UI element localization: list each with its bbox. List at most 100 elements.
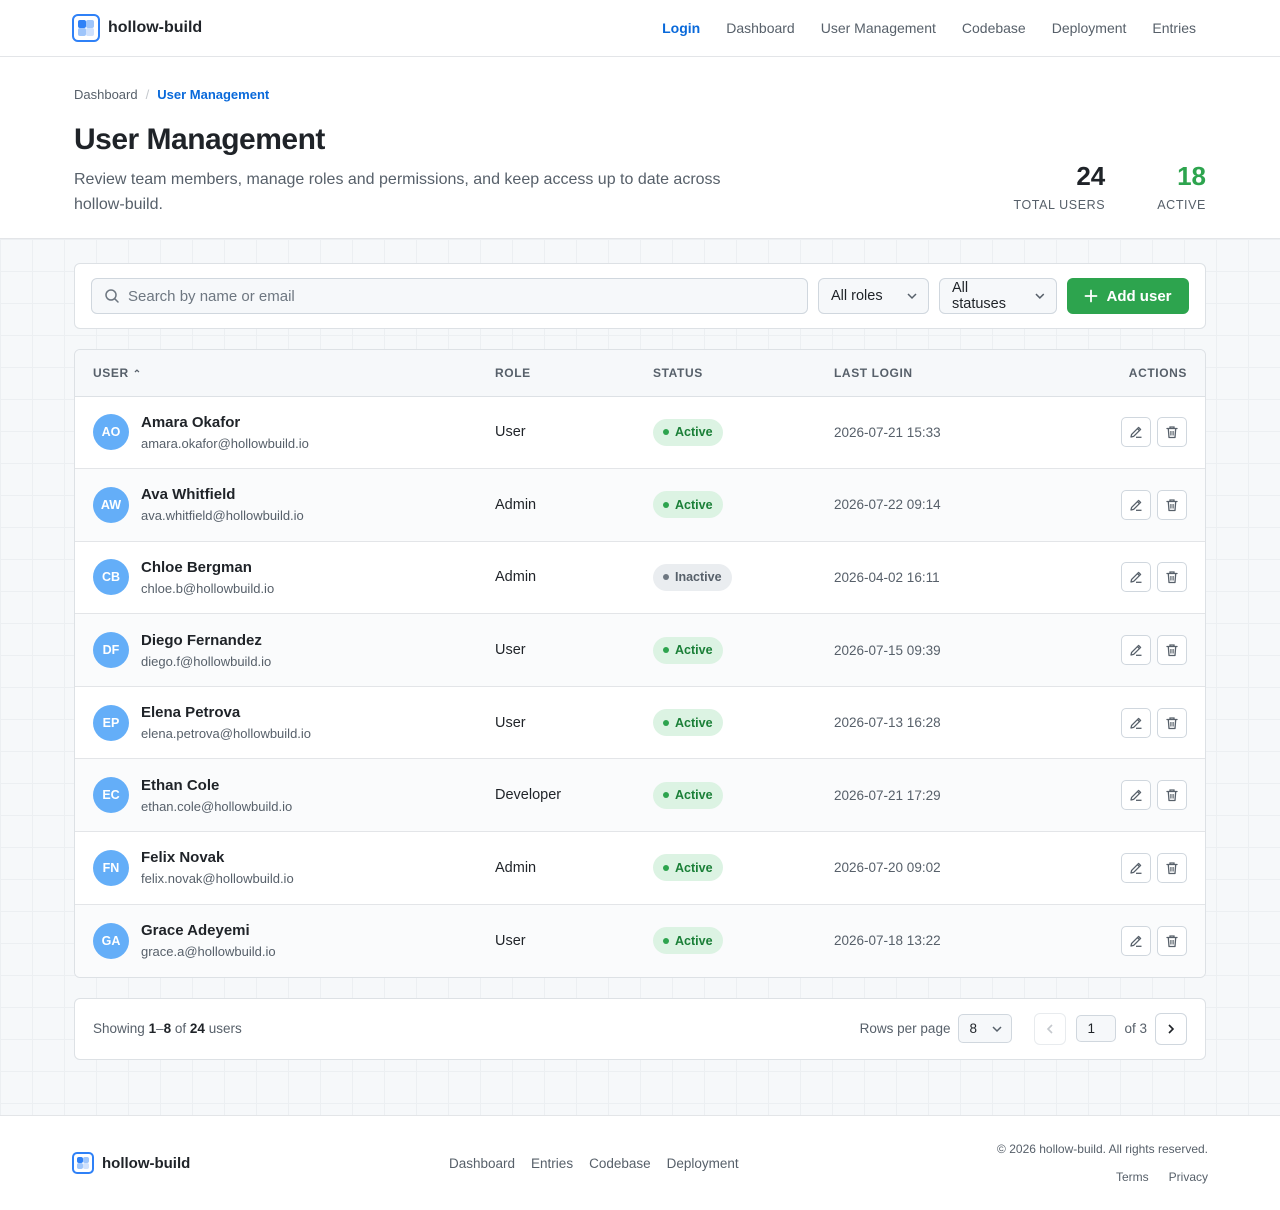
search-box[interactable] [91, 278, 808, 314]
pagination-bar: Showing 1–8 of 24 users Rows per page 8 … [74, 997, 1206, 1060]
status-dot-icon [663, 719, 669, 726]
avatar: CB [93, 559, 129, 596]
stat-total-label: TOTAL USERS [1013, 198, 1106, 212]
breadcrumb-current: User Management [157, 87, 270, 102]
delete-user-button[interactable] [1157, 707, 1187, 738]
previous-page-button[interactable] [1034, 1012, 1067, 1045]
user-role: Admin [495, 496, 537, 513]
avatar: AO [93, 414, 129, 451]
edit-user-button[interactable] [1121, 489, 1151, 520]
top-navbar: hollow-build Login Dashboard User Manage… [0, 0, 1280, 57]
table-row[interactable]: CB Chloe Bergman chloe.b@hollowbuild.io … [75, 541, 1205, 614]
column-header-user[interactable]: USER ⌃ [75, 350, 495, 397]
chevron-down-icon [992, 1026, 1002, 1032]
stat-active-label: ACTIVE [1157, 198, 1206, 212]
delete-user-button[interactable] [1157, 562, 1187, 593]
user-name: Elena Petrova [141, 704, 241, 722]
footer-link-entries[interactable]: Entries [531, 1156, 573, 1171]
user-email: grace.a@hollowbuild.io [141, 944, 276, 960]
main-content: All roles All statuses Add user USER⌃ RO… [0, 239, 1280, 1115]
edit-user-button[interactable] [1121, 852, 1151, 883]
delete-user-button[interactable] [1157, 852, 1187, 883]
user-email: amara.okafor@hollowbuild.io [141, 435, 309, 451]
user-name: Ava Whitfield [141, 486, 236, 504]
trash-icon [1166, 717, 1178, 729]
user-cell: GA Grace Adeyemi grace.a@hollowbuild.io [75, 904, 495, 977]
last-login: 2026-07-22 09:14 [834, 497, 941, 513]
breadcrumb-separator: / [145, 87, 150, 102]
table-row[interactable]: FN Felix Novak felix.novak@hollowbuild.i… [75, 832, 1205, 905]
privacy-link[interactable]: Privacy [1169, 1170, 1208, 1184]
edit-user-button[interactable] [1121, 780, 1151, 811]
total-pages-label: of 3 [1124, 1021, 1147, 1037]
add-user-button[interactable]: Add user [1067, 278, 1189, 314]
search-input[interactable] [128, 287, 795, 305]
page-number-input[interactable]: 1 [1076, 1015, 1117, 1043]
footer-brand-name: hollow-build [102, 1154, 191, 1172]
status-dot-icon [663, 864, 669, 871]
table-row[interactable]: DF Diego Fernandez diego.f@hollowbuild.i… [75, 613, 1205, 687]
user-cell: EP Elena Petrova elena.petrova@hollowbui… [75, 686, 495, 759]
table-row[interactable]: EC Ethan Cole ethan.cole@hollowbuild.io … [75, 758, 1205, 832]
status-dot-icon [663, 501, 669, 508]
column-header-status: STATUS [653, 350, 834, 397]
delete-user-button[interactable] [1157, 925, 1187, 956]
stat-active-value: 18 [1177, 161, 1206, 191]
delete-user-button[interactable] [1157, 489, 1187, 520]
status-dot-icon [663, 937, 669, 944]
nav-dashboard[interactable]: Dashboard [726, 20, 795, 36]
footer-link-deployment[interactable]: Deployment [667, 1156, 739, 1171]
edit-user-button[interactable] [1121, 925, 1151, 956]
user-email: elena.petrova@hollowbuild.io [141, 726, 312, 742]
user-role: User [495, 424, 526, 441]
brand-logo-icon [72, 1152, 94, 1174]
edit-user-button[interactable] [1121, 562, 1151, 593]
nav-deployment[interactable]: Deployment [1052, 20, 1127, 36]
add-user-label: Add user [1106, 287, 1172, 305]
status-dot-icon [663, 647, 669, 654]
nav-login[interactable]: Login [662, 20, 700, 36]
table-row[interactable]: AO Amara Okafor amara.okafor@hollowbuild… [75, 396, 1205, 469]
delete-user-button[interactable] [1157, 635, 1187, 666]
breadcrumb-dashboard[interactable]: Dashboard [74, 87, 138, 102]
pencil-icon [1130, 717, 1142, 729]
users-table: USER ⌃ ROLE STATUS LAST LOGIN ACTIONS AO … [75, 350, 1205, 977]
status-badge: Active [653, 418, 723, 446]
nav-codebase[interactable]: Codebase [962, 20, 1026, 36]
edit-user-button[interactable] [1121, 417, 1151, 448]
avatar: DF [93, 632, 129, 669]
role-filter-select[interactable]: All roles [818, 278, 929, 314]
column-header-last-login: LAST LOGIN [834, 350, 1042, 397]
footer-link-codebase[interactable]: Codebase [589, 1156, 651, 1171]
next-page-button[interactable] [1155, 1012, 1187, 1045]
footer-link-dashboard[interactable]: Dashboard [449, 1156, 515, 1171]
table-row[interactable]: GA Grace Adeyemi grace.a@hollowbuild.io … [75, 904, 1205, 977]
column-header-role: ROLE [495, 350, 653, 397]
footer-brand[interactable]: hollow-build [72, 1152, 190, 1174]
status-filter-select[interactable]: All statuses [939, 278, 1057, 314]
edit-user-button[interactable] [1121, 635, 1151, 666]
brand[interactable]: hollow-build [72, 14, 202, 42]
user-name: Grace Adeyemi [141, 922, 250, 940]
trash-icon [1166, 862, 1178, 875]
user-role: User [495, 642, 526, 659]
nav-user-management[interactable]: User Management [821, 20, 936, 36]
terms-link[interactable]: Terms [1116, 1170, 1149, 1184]
stat-total-users: 24 TOTAL USERS [1013, 161, 1105, 212]
avatar: EC [93, 777, 129, 814]
delete-user-button[interactable] [1157, 417, 1187, 448]
plus-icon [1085, 289, 1098, 303]
status-badge: Active [653, 854, 723, 882]
table-row[interactable]: AW Ava Whitfield ava.whitfield@hollowbui… [75, 468, 1205, 542]
edit-user-button[interactable] [1121, 707, 1151, 738]
nav-entries[interactable]: Entries [1152, 20, 1196, 36]
last-login: 2026-07-15 09:39 [834, 642, 941, 658]
brand-name: hollow-build [108, 19, 203, 36]
table-row[interactable]: EP Elena Petrova elena.petrova@hollowbui… [75, 686, 1205, 759]
delete-user-button[interactable] [1157, 780, 1187, 811]
footer-nav: Dashboard Entries Codebase Deployment [449, 1156, 739, 1171]
showing-summary: Showing 1–8 of 24 users [93, 1021, 242, 1037]
rows-per-page-select[interactable]: 8 [958, 1014, 1013, 1044]
trash-icon [1166, 571, 1178, 584]
rows-per-page-label: Rows per page [859, 1021, 951, 1037]
